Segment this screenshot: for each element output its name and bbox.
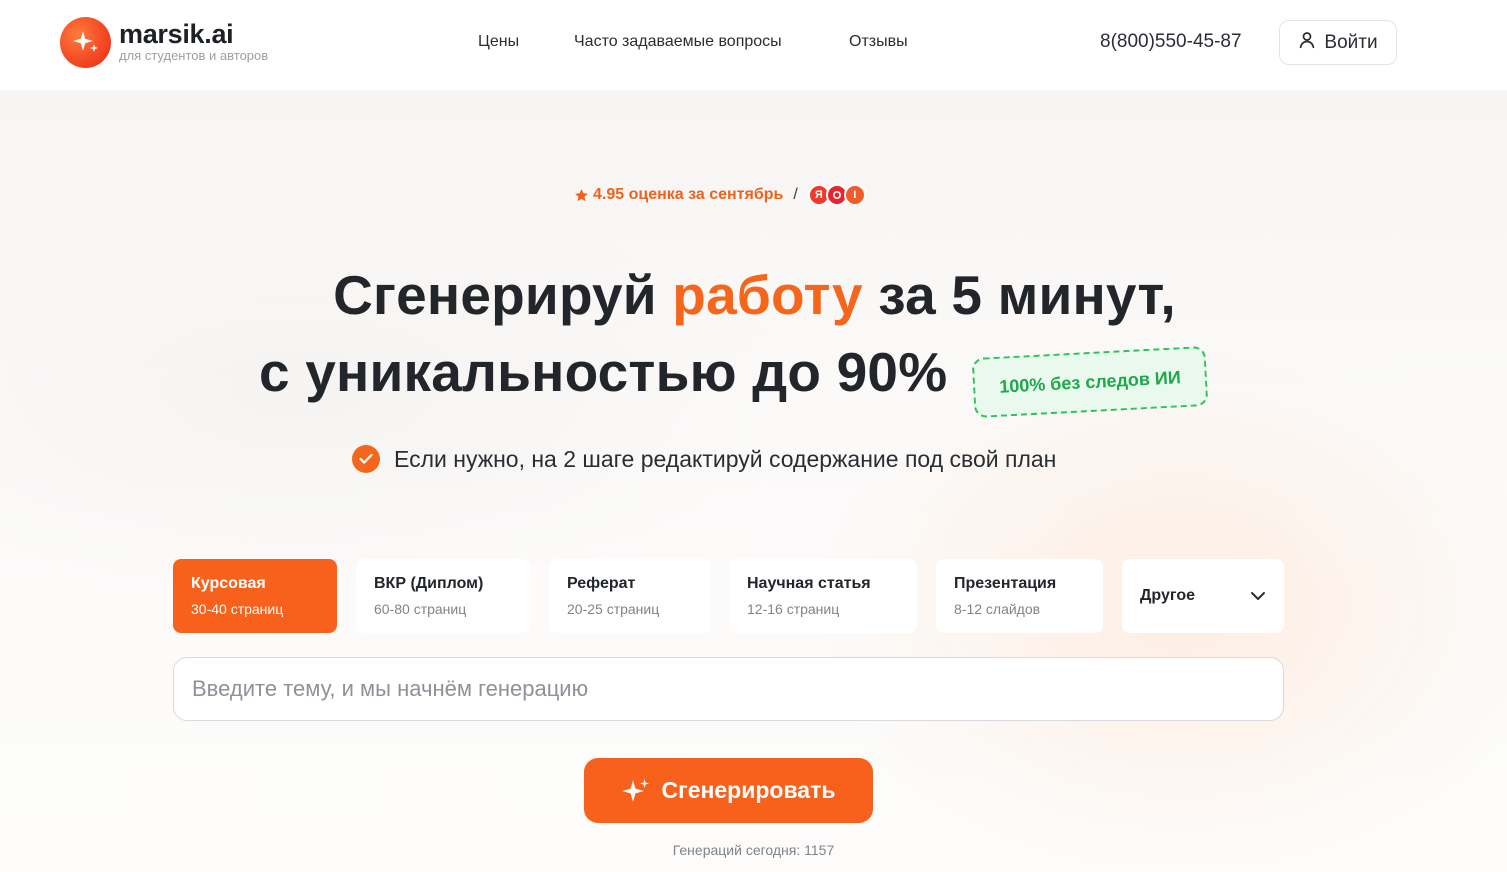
hero-note-text: Если нужно, на 2 шаге редактируй содержа… xyxy=(394,445,1057,472)
sparkle-icon xyxy=(621,778,650,804)
hero-title-accent: работу xyxy=(672,264,863,326)
tab-subtitle: 20-25 страниц xyxy=(567,601,660,617)
tab-subtitle: 60-80 страниц xyxy=(374,601,467,617)
tab-title: Курсовая xyxy=(191,575,266,592)
tab-article[interactable]: Научная статья 12-16 страниц xyxy=(729,559,917,633)
irecommend-badge-icon[interactable]: I xyxy=(843,184,866,206)
dropdown-label: Другое xyxy=(1140,587,1195,604)
no-ai-traces-stamp: 100% без следов ИИ xyxy=(971,345,1209,419)
work-type-tabs: Курсовая 30-40 страниц ВКР (Диплом) 60-8… xyxy=(0,559,1507,633)
rating-bar: 4.95 оценка за сентябрь / Я I xyxy=(574,184,866,206)
tab-subtitle: 12-16 страниц xyxy=(747,601,840,617)
phone-number[interactable]: 8(800)550-45-87 xyxy=(1100,31,1242,53)
login-label: Войти xyxy=(1324,31,1378,53)
tab-title: Презентация xyxy=(954,575,1057,592)
tab-title: Реферат xyxy=(567,575,636,592)
hero-background xyxy=(0,90,1507,872)
tab-title: Научная статья xyxy=(747,575,871,592)
nav-link-reviews[interactable]: Отзывы xyxy=(849,33,908,51)
hero-note: Если нужно, на 2 шаге редактируй содержа… xyxy=(352,445,1056,473)
tab-thesis[interactable]: ВКР (Диплом) 60-80 страниц xyxy=(356,559,530,633)
user-icon xyxy=(1298,31,1316,55)
rating-separator: / xyxy=(793,186,798,203)
hero-title-part: за 5 минут, xyxy=(878,264,1176,326)
tab-essay[interactable]: Реферат 20-25 страниц xyxy=(549,559,711,633)
tab-title: ВКР (Диплом) xyxy=(374,575,484,592)
star-icon xyxy=(574,188,589,203)
generate-button-label: Сгенерировать xyxy=(661,777,836,803)
tab-subtitle: 30-40 страниц xyxy=(191,601,284,617)
login-button[interactable]: Войти xyxy=(1279,20,1397,65)
hero-title-line2: с уникальностью до 90% xyxy=(259,341,948,403)
rating-text: 4.95 оценка за сентябрь xyxy=(593,186,784,203)
check-icon xyxy=(352,445,380,473)
topic-input[interactable] xyxy=(173,657,1284,721)
hero-title-line1: Сгенерируй работу за 5 минут, xyxy=(0,263,1507,327)
generate-button[interactable]: Сгенерировать xyxy=(584,758,873,823)
other-type-dropdown[interactable]: Другое xyxy=(1122,559,1284,633)
tab-presentation[interactable]: Презентация 8-12 слайдов xyxy=(936,559,1103,633)
site-header: marsik.ai для студентов и авторов Цены Ч… xyxy=(0,0,1507,88)
nav-link-prices[interactable]: Цены xyxy=(478,33,519,51)
tab-coursework[interactable]: Курсовая 30-40 страниц xyxy=(173,559,337,633)
review-sources: Я I xyxy=(807,184,866,206)
tab-subtitle: 8-12 слайдов xyxy=(954,601,1041,617)
hero-title-part: Сгенерируй xyxy=(333,264,657,326)
chevron-down-icon xyxy=(1250,591,1266,601)
generations-counter: Генераций сегодня: 1157 xyxy=(672,842,835,858)
nav-link-faq[interactable]: Часто задаваемые вопросы xyxy=(574,33,782,51)
